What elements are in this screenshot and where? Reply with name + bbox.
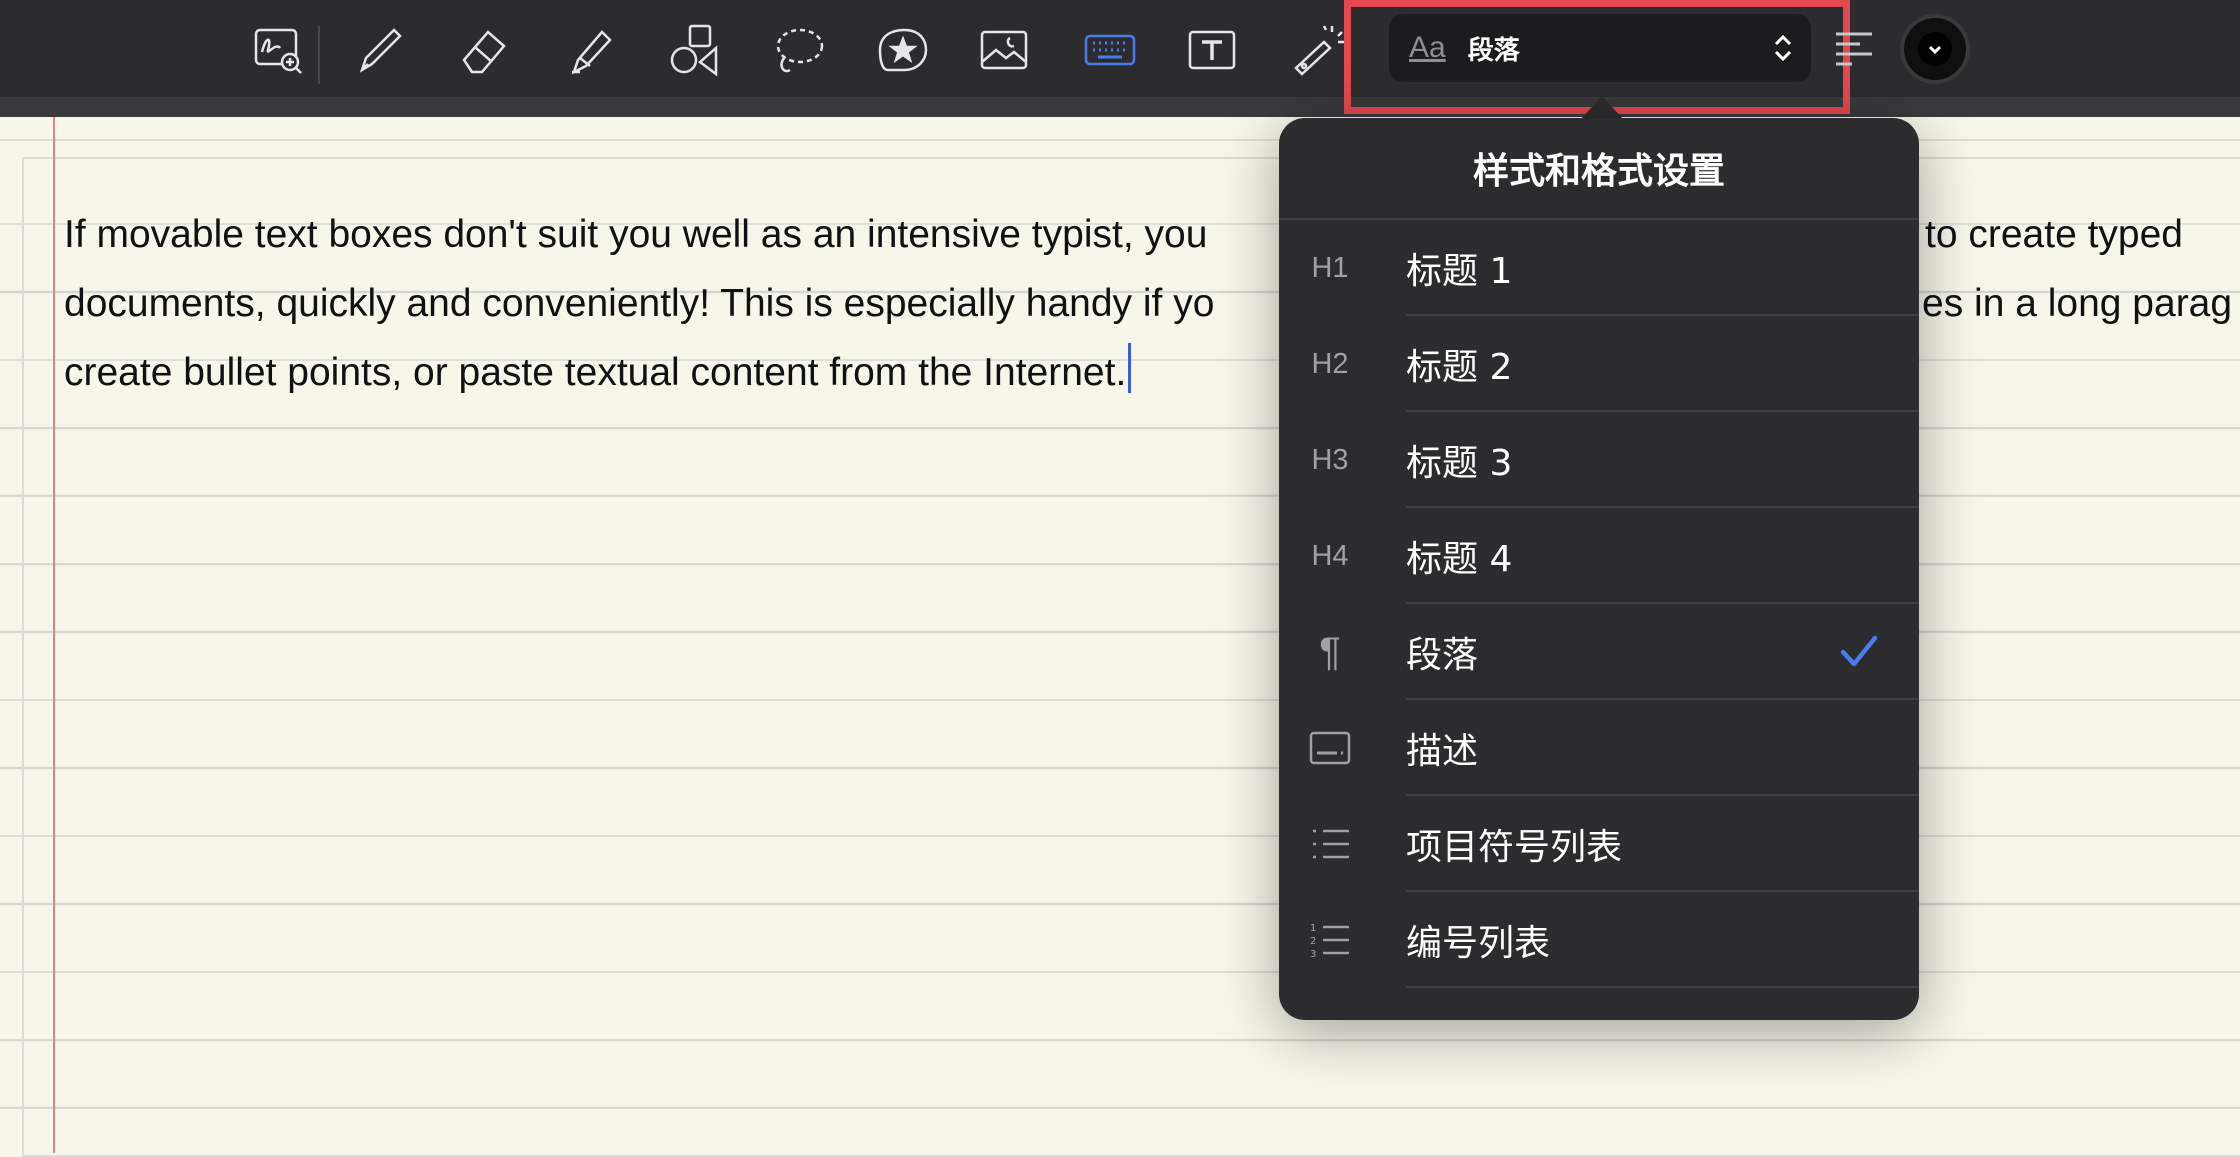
menu-item-label: 标题 4 [1406,539,1513,580]
keyboard-icon[interactable] [1076,16,1144,84]
highlighter-icon[interactable] [556,16,624,84]
eraser-icon[interactable] [450,16,518,84]
menu-item-paragraph[interactable]: ¶ 段落 [1279,604,1919,700]
margin-line [53,117,55,1153]
menu-item-caption[interactable]: 描述 [1279,700,1919,796]
toolbar-shadow [0,97,2240,117]
menu-item-heading-4[interactable]: H4 标题 4 [1279,508,1919,604]
menu-item-label: 描述 [1406,731,1479,772]
sticker-icon[interactable] [868,16,936,84]
chevron-down-icon [1918,32,1952,66]
color-picker-button[interactable] [1904,18,1966,80]
shapes-icon[interactable] [660,16,728,84]
popover-title: 样式和格式设置 [1279,118,1919,220]
divider [1406,986,1919,988]
text-cursor [1128,343,1132,393]
text-line-1-tail: to create typed [1925,213,2183,256]
popover-arrow [1580,96,1624,120]
menu-item-label: 项目符号列表 [1406,827,1623,868]
caption-icon [1307,725,1353,771]
style-popover: 样式和格式设置 H1 标题 1 H2 标题 2 H3 标题 3 H4 标题 4 … [1279,118,1919,1020]
checkmark-icon [1840,635,1878,667]
heading-4-icon: H4 [1311,539,1349,572]
svg-text:3: 3 [1310,949,1316,960]
heading-3-icon: H3 [1311,443,1349,476]
text-align-icon[interactable] [1832,24,1876,72]
bullet-list-icon [1307,821,1353,867]
svg-text:1: 1 [1310,923,1316,934]
menu-item-heading-1[interactable]: H1 标题 1 [1279,220,1919,316]
menu-item-bullet-list[interactable]: 项目符号列表 [1279,796,1919,892]
numbered-list-icon: 1 2 3 [1307,917,1353,963]
menu-item-label: 段落 [1406,635,1479,676]
menu-item-numbered-list[interactable]: 1 2 3 编号列表 [1279,892,1919,988]
toolbar-divider [318,26,320,84]
lasso-icon[interactable] [764,16,832,84]
image-icon[interactable] [970,16,1038,84]
menu-item-label: 编号列表 [1406,923,1551,964]
heading-2-icon: H2 [1311,347,1349,380]
text-box-icon[interactable] [1178,16,1246,84]
paragraph-icon: ¶ [1319,629,1341,674]
text-line-2-tail: es in a long parag [1922,282,2233,325]
menu-item-label: 标题 3 [1406,443,1513,484]
menu-item-heading-3[interactable]: H3 标题 3 [1279,412,1919,508]
zoom-writing-icon[interactable] [244,16,312,84]
menu-item-label: 标题 2 [1406,347,1513,388]
svg-text:2: 2 [1310,936,1316,947]
pen-icon[interactable] [346,16,414,84]
heading-1-icon: H1 [1311,251,1349,284]
menu-item-label: 标题 1 [1406,251,1513,292]
laser-pointer-icon[interactable] [1282,16,1350,84]
menu-item-heading-2[interactable]: H2 标题 2 [1279,316,1919,412]
